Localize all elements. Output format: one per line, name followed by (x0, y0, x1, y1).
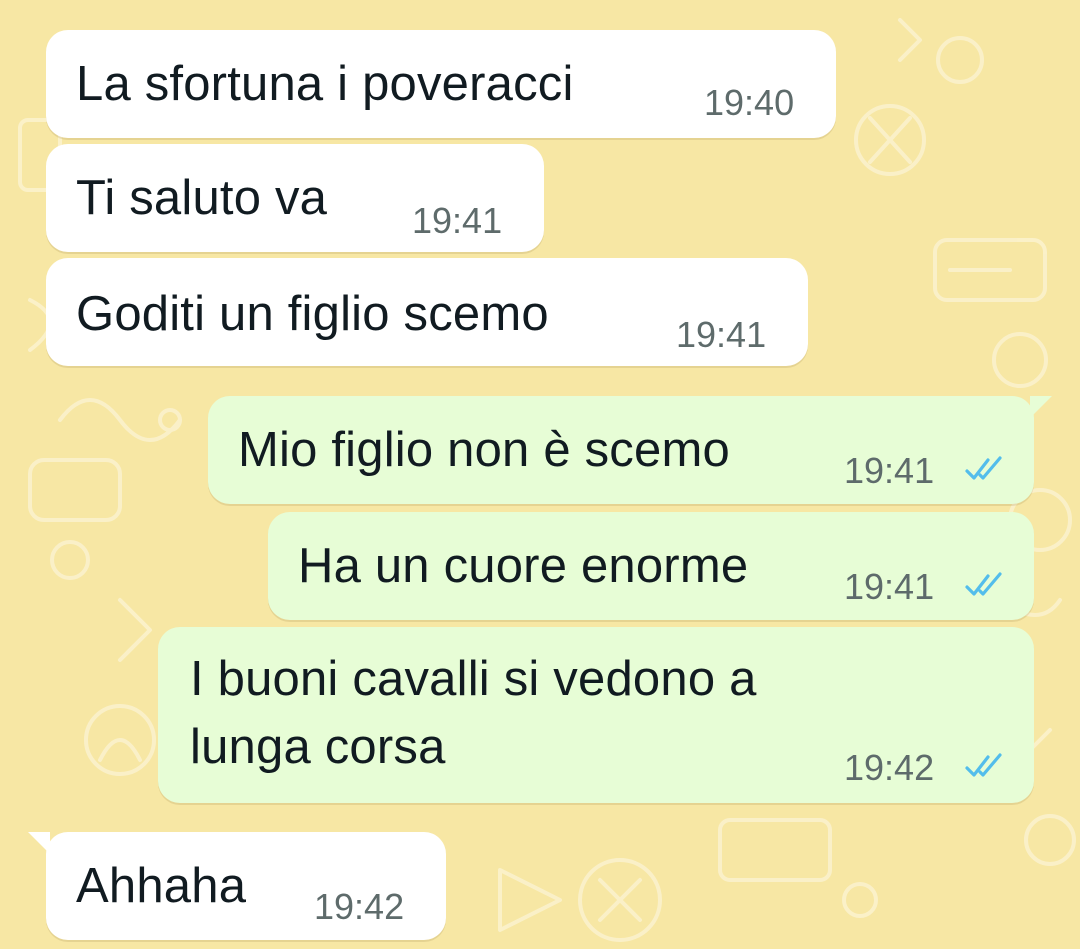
message-time: 19:42 (314, 886, 405, 927)
double-check-icon (965, 572, 1002, 596)
double-check-icon (965, 753, 1002, 777)
message-bubble-outgoing[interactable]: I buoni cavalli si vedono a lunga corsa … (158, 627, 1034, 803)
message-bubble-incoming[interactable]: Ahhaha 19:42 (28, 832, 446, 940)
message-text: La sfortuna i poveracci (76, 57, 574, 111)
message-bubble-outgoing[interactable]: Ha un cuore enorme 19:41 (268, 512, 1034, 620)
message-time: 19:41 (676, 314, 767, 355)
message-time: 19:40 (704, 82, 795, 123)
message-bubble-outgoing[interactable]: Mio figlio non è scemo 19:41 (208, 396, 1052, 504)
message-text: Goditi un figlio scemo (76, 287, 549, 341)
message-time: 19:41 (412, 200, 503, 241)
message-bubble-incoming[interactable]: La sfortuna i poveracci 19:40 (46, 30, 836, 138)
message-bubble-incoming[interactable]: Goditi un figlio scemo 19:41 (46, 258, 808, 366)
message-text: Ti saluto va (76, 171, 328, 225)
message-text: Mio figlio non è scemo (238, 423, 730, 477)
message-text: Ahhaha (76, 859, 247, 913)
message-bubble-incoming[interactable]: Ti saluto va 19:41 (46, 144, 544, 252)
message-text-line: lunga corsa (190, 720, 446, 774)
message-text: Ha un cuore enorme (298, 539, 749, 593)
double-check-icon (965, 456, 1002, 480)
message-time: 19:41 (844, 450, 935, 491)
message-time: 19:42 (844, 747, 935, 788)
message-text-line: I buoni cavalli si vedono a (190, 652, 757, 706)
message-time: 19:41 (844, 566, 935, 607)
